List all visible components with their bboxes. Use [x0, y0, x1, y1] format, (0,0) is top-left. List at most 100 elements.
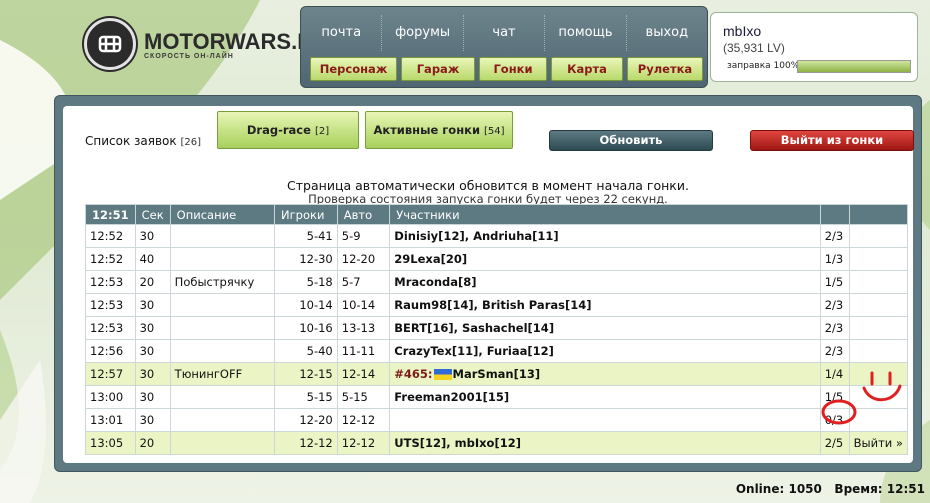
table-row: 12:57 30 ТюнингOFF 12-15 12-14 #465: MarSman[1… — [85, 362, 909, 386]
requests-label: Список заявок — [85, 134, 177, 148]
online-label: Online: — [735, 482, 785, 496]
header-auto: Авто — [336, 204, 391, 225]
table-row: 13:00 30 5-15 5-15 Freeman2001[15] 1/5 — [85, 385, 909, 409]
cell-players: 10-16 — [274, 316, 338, 340]
cell-description: Побыстрячку — [169, 270, 276, 294]
cell-action[interactable] — [848, 339, 909, 363]
table-row: 12:52 40 12-30 12-20 29Lexa[20] 1/3 — [85, 247, 909, 271]
requests-count: [26] — [180, 137, 201, 148]
cell-players: 12-15 — [274, 362, 338, 386]
cell-auto: 12-12 — [336, 408, 391, 432]
active-races-tab[interactable]: Активные гонки [54] — [365, 111, 513, 149]
cell-action[interactable] — [848, 224, 909, 248]
cell-participants[interactable]: Mraconda[8] — [389, 270, 821, 294]
footer-status: Online: 1050 Время: 12:51 — [736, 482, 925, 496]
drag-race-label: Drag-race — [246, 123, 311, 137]
cell-participants[interactable]: Freeman2001[15] — [389, 385, 821, 409]
cell-auto: 12-14 — [336, 362, 391, 386]
cell-auto: 5-9 — [336, 224, 391, 248]
nav-chat-link[interactable]: чат — [464, 15, 546, 51]
cell-action[interactable] — [848, 316, 909, 340]
cell-count: 1/4 — [819, 362, 850, 386]
cell-participants[interactable]: CrazyTex[11], Furiaa[12] — [389, 339, 821, 363]
roulette-button[interactable]: Рулетка — [627, 57, 703, 81]
cell-count: 2/5 — [819, 431, 850, 455]
cell-auto: 5-15 — [336, 385, 391, 409]
cell-time: 13:00 — [85, 385, 136, 409]
cell-auto: 12-20 — [336, 247, 391, 271]
cell-description — [169, 224, 276, 248]
table-header-row: 12:51 Сек Описание Игроки Авто Участники — [85, 204, 909, 225]
cell-action[interactable] — [848, 247, 909, 271]
user-balance: (35,931 LV) — [723, 41, 785, 55]
character-button[interactable]: Персонаж — [310, 57, 397, 81]
top-navigation: почта форумы чат помощь выход Персонаж Г… — [300, 6, 708, 88]
time-label: Время: — [834, 482, 883, 496]
site-logo[interactable]: MOTORWARS.RU СКОРОСТЬ ОН-ЛАЙН — [84, 18, 329, 70]
header-players: Игроки — [274, 204, 338, 225]
table-row: 12:53 30 10-16 13-13 BERT[16], Sashachel[14]… — [85, 316, 909, 340]
cell-participants[interactable]: Raum98[14], British Paras[14] — [389, 293, 821, 317]
table-row: 13:01 30 12-20 12-12 0/3 — [85, 408, 909, 432]
refresh-button[interactable]: Обновить — [549, 130, 713, 151]
header-description: Описание — [169, 204, 276, 225]
cell-players: 5-15 — [274, 385, 338, 409]
team-prefix: #465: — [394, 367, 433, 381]
cell-participants[interactable]: BERT[16], Sashachel[14] — [389, 316, 821, 340]
user-name[interactable]: mbIxo — [723, 23, 761, 39]
cell-action[interactable]: Выйти » — [848, 431, 909, 455]
fuel-label: заправка 100% — [727, 61, 800, 71]
cell-description — [169, 431, 276, 455]
nav-mail-link[interactable]: почта — [301, 15, 383, 51]
drag-race-count: [2] — [314, 126, 330, 137]
nav-help-link[interactable]: помощь — [545, 15, 627, 51]
cell-description — [169, 385, 276, 409]
drag-race-tab[interactable]: Drag-race [2] — [217, 111, 359, 149]
flag-icon — [433, 369, 452, 380]
cell-participants[interactable] — [389, 408, 821, 432]
cell-players: 12-12 — [274, 431, 338, 455]
cell-description: ТюнингOFF — [169, 362, 276, 386]
nav-logout-link[interactable]: выход — [627, 15, 707, 51]
online-count: 1050 — [788, 482, 822, 496]
cell-players: 5-18 — [274, 270, 338, 294]
cell-count: 1/5 — [819, 270, 850, 294]
nav-forums-link[interactable]: форумы — [382, 15, 464, 51]
fuel-progress-fill — [798, 61, 910, 72]
cell-seconds: 30 — [134, 385, 171, 409]
cell-auto: 11-11 — [336, 339, 391, 363]
server-time: 12:51 — [886, 482, 925, 496]
cell-count: 2/3 — [819, 293, 850, 317]
cell-seconds: 20 — [134, 270, 171, 294]
requests-list-label[interactable]: Список заявок [26] — [85, 134, 201, 148]
cell-auto: 13-13 — [336, 316, 391, 340]
cell-seconds: 30 — [134, 339, 171, 363]
cell-players: 5-41 — [274, 224, 338, 248]
races-panel: Список заявок [26] Drag-race [2] Активны… — [54, 95, 922, 472]
races-button[interactable]: Гонки — [479, 57, 547, 81]
logo-icon — [84, 18, 136, 70]
cell-time: 12:53 — [85, 316, 136, 340]
header-time: 12:51 — [85, 204, 136, 225]
cell-time: 13:01 — [85, 408, 136, 432]
cell-auto: 12-12 — [336, 431, 391, 455]
cell-count: 2/3 — [819, 316, 850, 340]
cell-participants[interactable]: 29Lexa[20] — [389, 247, 821, 271]
table-row: 12:56 30 5-40 11-11 CrazyTex[11], Furiaa[12]… — [85, 339, 909, 363]
cell-time: 12:52 — [85, 247, 136, 271]
smiley-annotation-icon — [862, 371, 902, 402]
map-button[interactable]: Карта — [551, 57, 623, 81]
cell-participants[interactable]: Dinisiy[12], Andriuha[11] — [389, 224, 821, 248]
garage-button[interactable]: Гараж — [401, 57, 475, 81]
auto-refresh-notice: Страница автоматически обновится в момен… — [287, 178, 689, 193]
cell-action[interactable] — [848, 270, 909, 294]
active-races-count: [54] — [484, 126, 505, 137]
cell-participants[interactable]: #465: MarSman[13] — [389, 362, 821, 386]
cell-time: 12:53 — [85, 270, 136, 294]
cell-description — [169, 408, 276, 432]
cell-action[interactable] — [848, 293, 909, 317]
leave-race-button[interactable]: Выйти из гонки — [750, 130, 914, 151]
circle-annotation-icon — [821, 399, 857, 425]
cell-participants[interactable]: UTS[12], mbIxo[12] — [389, 431, 821, 455]
cell-time: 12:53 — [85, 293, 136, 317]
